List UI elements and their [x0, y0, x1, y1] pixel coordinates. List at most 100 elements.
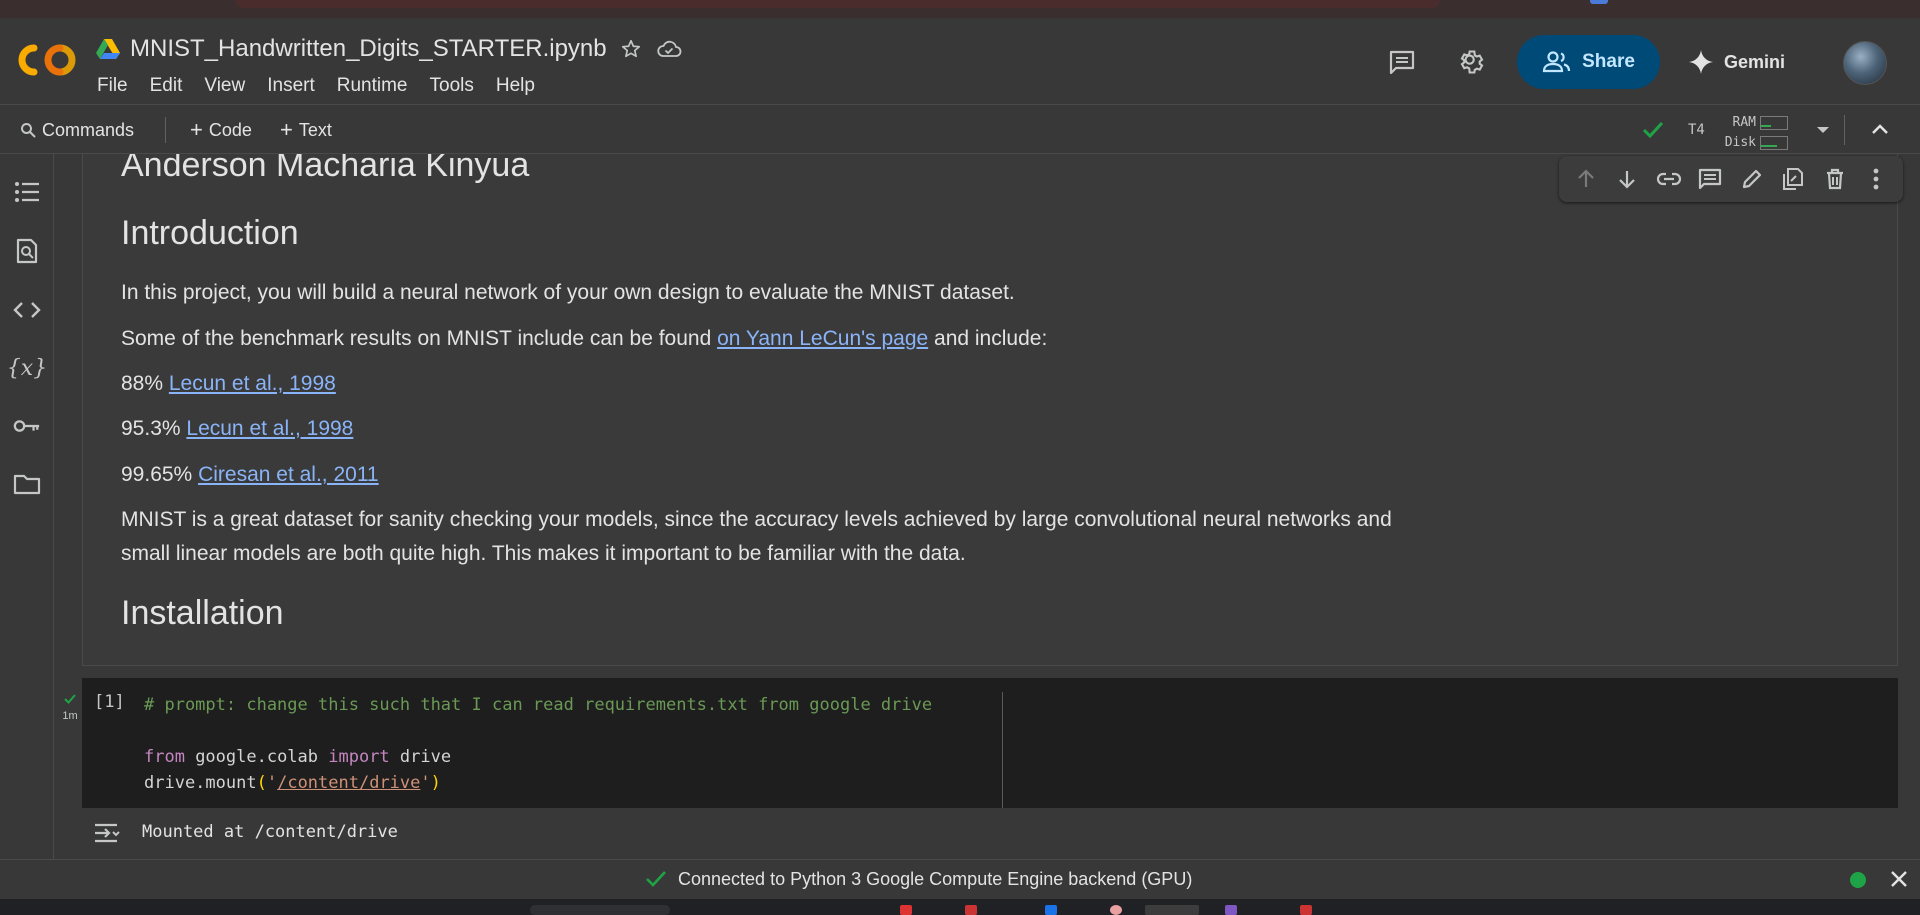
result-item: 88% Lecun et al., 1998 [121, 367, 336, 401]
output-actions-icon[interactable] [92, 820, 122, 851]
citation-link[interactable]: Lecun et al., 1998 [186, 417, 353, 440]
connection-indicator-dot [1850, 872, 1866, 888]
code-cell[interactable]: 1m [1] # prompt: change this such that I… [62, 678, 1898, 808]
run-status[interactable]: 1m [58, 692, 82, 722]
code-quote: ' [420, 773, 431, 793]
cloud-saved-icon[interactable] [655, 35, 683, 63]
taskbar-app-icon[interactable] [1225, 905, 1237, 915]
browser-address-pill [235, 0, 1440, 8]
code-snippets-icon[interactable] [13, 296, 41, 324]
mnist-description-line: MNIST is a great dataset for sanity chec… [121, 508, 1392, 531]
colab-window: MNIST_Handwritten_Digits_STARTER.ipynb F… [0, 0, 1920, 915]
notebook-title[interactable]: MNIST_Handwritten_Digits_STARTER.ipynb [130, 35, 607, 63]
intro-paragraph: In this project, you will build a neural… [121, 281, 1015, 304]
disk-label: Disk [1724, 135, 1756, 150]
comment-icon[interactable] [1388, 48, 1416, 76]
connected-check-icon [1640, 117, 1666, 148]
add-text-cell-button[interactable]: + Text [280, 105, 332, 155]
google-drive-icon[interactable] [96, 38, 120, 60]
code-editor[interactable]: # prompt: change this such that I can re… [144, 692, 932, 796]
variables-icon[interactable]: {𝑥} [7, 354, 47, 382]
more-options-icon[interactable] [1862, 165, 1890, 193]
code-token: drive [389, 747, 452, 767]
taskbar-search[interactable] [530, 905, 670, 915]
commands-label: Commands [42, 119, 135, 140]
menu-runtime[interactable]: Runtime [337, 75, 408, 97]
citation-link[interactable]: Lecun et al., 1998 [169, 372, 336, 395]
cell-output: Mounted at /content/drive [82, 808, 1898, 859]
taskbar-app-icon[interactable] [1045, 905, 1057, 915]
taskbar-app-icon[interactable] [900, 905, 912, 915]
resource-monitor[interactable]: RAM Disk [1718, 113, 1788, 153]
runtime-dropdown-icon[interactable] [1812, 117, 1834, 148]
markdown-cell[interactable]: Anderson Macharia Kinyua Introduction In… [82, 154, 1903, 666]
mnist-description-line: small linear models are both quite high.… [121, 542, 966, 565]
commands-button[interactable]: Commands [20, 105, 134, 155]
introduction-heading: Introduction [121, 214, 299, 252]
taskbar-app-icon[interactable] [965, 905, 977, 915]
move-cell-down-icon[interactable] [1613, 165, 1641, 193]
result-score: 88% [121, 372, 169, 395]
account-avatar[interactable] [1843, 41, 1887, 85]
find-replace-icon[interactable] [13, 237, 41, 265]
menu-edit[interactable]: Edit [150, 75, 183, 97]
move-cell-up-icon[interactable] [1572, 165, 1600, 193]
gemini-button[interactable]: Gemini [1688, 35, 1808, 89]
link-icon[interactable] [1655, 165, 1683, 193]
output-text: Mounted at /content/drive [142, 822, 398, 842]
ram-label: RAM [1732, 115, 1756, 130]
add-text-label: Text [298, 119, 332, 140]
runtime-type[interactable]: T4 [1688, 122, 1705, 138]
share-button[interactable]: Share [1517, 35, 1660, 89]
taskbar-app-icon[interactable] [1300, 905, 1312, 915]
toolbar-divider [165, 117, 166, 143]
connected-check-icon [646, 871, 666, 887]
result-item: 99.65% Ciresan et al., 2011 [121, 458, 379, 492]
yann-lecun-page-link[interactable]: on Yann LeCun's page [717, 327, 928, 350]
table-of-contents-icon[interactable] [13, 178, 41, 206]
menu-view[interactable]: View [204, 75, 245, 97]
menu-tools[interactable]: Tools [430, 75, 474, 97]
citation-link[interactable]: Ciresan et al., 2011 [198, 463, 379, 486]
code-keyword: from [144, 747, 185, 767]
edit-pencil-icon[interactable] [1738, 165, 1766, 193]
installation-heading: Installation [121, 594, 284, 632]
notebook-area: Anderson Macharia Kinyua Introduction In… [55, 154, 1920, 859]
ruler-line [1002, 692, 1003, 808]
files-folder-icon[interactable] [13, 470, 41, 498]
connection-status[interactable]: Connected to Python 3 Google Compute Eng… [644, 868, 1192, 890]
menu-help[interactable]: Help [496, 75, 535, 97]
code-paren: ) [430, 773, 441, 793]
close-icon[interactable] [1888, 868, 1910, 895]
code-string: /content/drive [277, 773, 421, 793]
mirror-cell-icon[interactable] [1779, 165, 1807, 193]
add-code-label: Code [208, 119, 252, 140]
add-comment-icon[interactable] [1696, 165, 1724, 193]
share-label: Share [1582, 51, 1635, 72]
delete-cell-icon[interactable] [1821, 165, 1849, 193]
code-paren: ( [256, 773, 267, 793]
header: MNIST_Handwritten_Digits_STARTER.ipynb F… [0, 18, 1920, 104]
gemini-sparkle-icon [1689, 50, 1713, 74]
code-keyword: import [328, 747, 390, 767]
run-duration: 1m [62, 710, 78, 722]
benchmark-text: Some of the benchmark results on MNIST i… [121, 327, 718, 350]
star-icon[interactable] [617, 35, 645, 63]
collapse-header-chevron-icon[interactable] [1868, 117, 1892, 148]
taskbar-app-icon[interactable] [1110, 905, 1122, 915]
mnist-description: MNIST is a great dataset for sanity chec… [121, 503, 1392, 571]
execution-count: [1] [94, 692, 125, 712]
benchmark-paragraph: Some of the benchmark results on MNIST i… [121, 322, 1047, 356]
menu-bar: File Edit View Insert Runtime Tools Help [97, 75, 535, 97]
taskbar-app-icon[interactable] [1145, 905, 1199, 915]
secrets-key-icon[interactable] [13, 412, 41, 440]
result-score: 99.65% [121, 463, 199, 486]
add-code-cell-button[interactable]: + Code [190, 105, 252, 155]
run-success-check-icon [64, 694, 76, 704]
menu-file[interactable]: File [97, 75, 128, 97]
disk-bar [1760, 135, 1788, 150]
colab-logo[interactable] [18, 42, 76, 78]
menu-insert[interactable]: Insert [267, 75, 315, 97]
cell-toolbar [1559, 156, 1903, 202]
settings-gear-icon[interactable] [1458, 48, 1486, 76]
